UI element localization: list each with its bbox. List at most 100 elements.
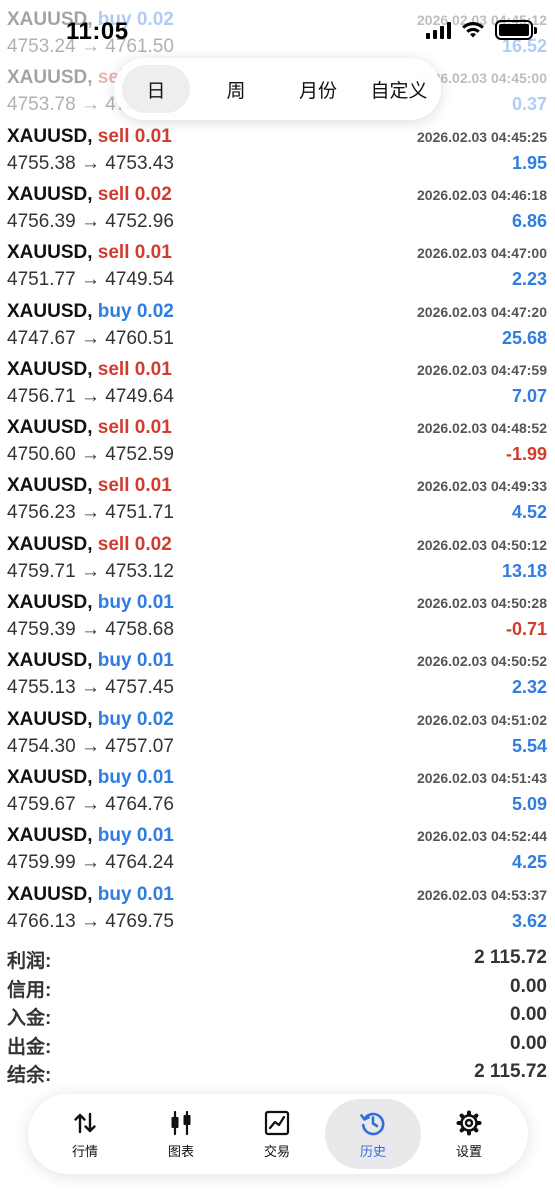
trade-time: 2026.02.03 04:47:00 bbox=[417, 245, 547, 262]
trade-symbol-line: XAUUSD, buy 0.01 bbox=[7, 767, 174, 789]
trade-symbol-line: XAUUSD, sell 0.01 bbox=[7, 475, 172, 497]
trade-separator: , bbox=[87, 533, 98, 555]
trade-profit: 0.37 bbox=[511, 94, 547, 115]
tab-month[interactable]: 月份 bbox=[280, 65, 356, 113]
tab-custom[interactable]: 自定义 bbox=[360, 65, 438, 113]
trade-volume: 0.02 bbox=[134, 183, 172, 205]
trade-row[interactable]: XAUUSD, sell 0.02 4756.39 → 4752.96 2026.0… bbox=[0, 175, 555, 233]
trade-row[interactable]: XAUUSD, sell 0.01 4756.71 → 4749.64 2026.0… bbox=[0, 350, 555, 408]
trade-volume: 0.01 bbox=[136, 592, 174, 613]
trade-close-price: 4749.54 bbox=[105, 269, 174, 291]
trade-side: sell bbox=[97, 358, 130, 380]
summary-label: 信用: bbox=[7, 979, 52, 1001]
trade-row[interactable]: XAUUSD, sell 0.01 4755.38 → 4753.43 2026.0… bbox=[0, 117, 555, 175]
trade-time: 2026.02.03 04:51:02 bbox=[417, 711, 547, 728]
cellular-signal-icon bbox=[426, 21, 451, 39]
trade-prices: 4751.77 → 4749.54 bbox=[7, 269, 174, 291]
trade-separator: , bbox=[87, 766, 98, 788]
trade-row[interactable]: XAUUSD, sell 0.01 4751.77 → 4749.54 2026.0… bbox=[0, 233, 555, 291]
trade-volume: 0.02 bbox=[136, 300, 174, 322]
trade-row[interactable]: XAUUSD, sell 0.01 4756.23 → 4751.71 2026.0… bbox=[0, 466, 555, 524]
summary-credit-row: 信用: 0.00 bbox=[0, 973, 555, 1002]
trade-open-price: 4759.99 bbox=[7, 852, 76, 874]
summary-value: 0.00 bbox=[510, 975, 547, 997]
nav-trade[interactable]: 交易 bbox=[229, 1099, 325, 1169]
trade-profit: 1.95 bbox=[511, 152, 547, 173]
trade-open-price: 4759.71 bbox=[7, 560, 76, 582]
trade-time: 2026.02.03 04:50:52 bbox=[417, 653, 547, 670]
trade-symbol: XAUUSD bbox=[7, 533, 88, 555]
trade-open-price: 4759.39 bbox=[7, 619, 76, 640]
trade-row[interactable]: XAUUSD, buy 0.01 4759.67 → 4764.76 2026.02… bbox=[0, 758, 555, 816]
tab-day[interactable]: 日 bbox=[122, 65, 190, 113]
trade-symbol-line: XAUUSD, sell 0.01 bbox=[7, 417, 172, 439]
trade-separator: , bbox=[87, 417, 98, 439]
trade-arrow: → bbox=[75, 327, 106, 349]
trade-close-price: 4769.75 bbox=[105, 910, 174, 932]
nav-charts[interactable]: 图表 bbox=[133, 1099, 229, 1169]
trade-prices: 4759.71 → 4753.12 bbox=[7, 561, 174, 583]
summary-balance-row: 结余: 2 115.72 bbox=[0, 1058, 555, 1087]
trade-separator: , bbox=[87, 242, 98, 264]
summary-label: 入金: bbox=[7, 1008, 52, 1029]
trade-close-price: 4757.07 bbox=[105, 735, 174, 757]
trade-close-price: 4764.76 bbox=[105, 793, 174, 815]
trade-row[interactable]: XAUUSD, buy 0.02 4754.30 → 4757.07 2026.02… bbox=[0, 700, 555, 758]
summary-value: 0.00 bbox=[510, 1004, 547, 1025]
trade-arrow: → bbox=[75, 210, 106, 232]
summary-label: 出金: bbox=[7, 1036, 52, 1058]
trade-profit: 6.86 bbox=[511, 210, 547, 231]
trade-open-price: 4754.30 bbox=[7, 735, 76, 757]
nav-quotes[interactable]: 行情 bbox=[37, 1099, 133, 1169]
trade-separator: , bbox=[87, 67, 98, 89]
trade-time: 2026.02.03 04:45:25 bbox=[417, 128, 547, 145]
trade-profit: 5.09 bbox=[511, 793, 547, 814]
trade-row[interactable]: XAUUSD, sell 0.01 4750.60 → 4752.59 2026.0… bbox=[0, 408, 555, 466]
trade-open-price: 4750.60 bbox=[7, 444, 76, 466]
trade-volume: 0.01 bbox=[134, 417, 172, 439]
trade-symbol: XAUUSD bbox=[7, 417, 88, 439]
trade-side: buy bbox=[97, 592, 132, 613]
trade-symbol-line: XAUUSD, buy 0.01 bbox=[7, 825, 174, 847]
trade-open-price: 4755.13 bbox=[7, 677, 76, 699]
trade-symbol: XAUUSD bbox=[7, 67, 88, 89]
trade-profit: 5.54 bbox=[511, 735, 547, 756]
trade-close-price: 4752.59 bbox=[105, 444, 174, 466]
trade-profit: 2.32 bbox=[511, 677, 547, 698]
trade-row[interactable]: XAUUSD, buy 0.01 4766.13 → 4769.75 2026.02… bbox=[0, 875, 555, 933]
nav-settings[interactable]: 设置 bbox=[421, 1099, 517, 1169]
trade-side: sell bbox=[97, 417, 130, 439]
trade-separator: , bbox=[87, 475, 98, 497]
trade-prices: 4747.67 → 4760.51 bbox=[7, 328, 174, 350]
trade-separator: , bbox=[87, 708, 98, 730]
trade-prices: 4759.67 → 4764.76 bbox=[7, 794, 174, 816]
nav-label: 设置 bbox=[455, 1143, 482, 1159]
trade-prices: 4756.71 → 4749.64 bbox=[7, 386, 174, 408]
nav-history[interactable]: 历史 bbox=[325, 1099, 421, 1169]
trade-symbol: XAUUSD bbox=[7, 300, 88, 322]
tab-week[interactable]: 周 bbox=[202, 65, 270, 113]
trade-profit: 4.52 bbox=[511, 502, 547, 523]
trade-arrow: → bbox=[75, 94, 106, 116]
trade-time: 2026.02.03 04:46:18 bbox=[417, 186, 547, 203]
trade-row[interactable]: XAUUSD, buy 0.02 4747.67 → 4760.51 2026.02… bbox=[0, 292, 555, 350]
trade-prices: 4754.30 → 4757.07 bbox=[7, 736, 174, 758]
status-icons bbox=[426, 20, 537, 40]
trade-symbol: XAUUSD bbox=[7, 592, 88, 613]
trade-volume: 0.02 bbox=[134, 533, 172, 555]
trade-symbol-line: XAUUSD, sell 0.02 bbox=[7, 184, 172, 206]
trade-row[interactable]: XAUUSD, sell 0.02 4759.71 → 4753.12 2026.0… bbox=[0, 525, 555, 583]
trade-row[interactable]: XAUUSD, buy 0.01 4759.99 → 4764.24 2026.02… bbox=[0, 816, 555, 874]
trade-close-price: 4749.64 bbox=[105, 385, 174, 407]
trade-arrow: → bbox=[75, 619, 106, 640]
trade-volume: 0.01 bbox=[136, 883, 174, 905]
trade-volume: 0.01 bbox=[134, 125, 172, 147]
trade-time: 2026.02.03 04:53:37 bbox=[417, 886, 547, 903]
trade-row[interactable]: XAUUSD, buy 0.01 4755.13 → 4757.45 2026.02… bbox=[0, 641, 555, 699]
trade-close-price: 4753.12 bbox=[105, 560, 174, 582]
trade-close-price: 4758.68 bbox=[105, 619, 174, 640]
trade-prices: 4756.23 → 4751.71 bbox=[7, 502, 174, 524]
summary-label: 利润: bbox=[7, 951, 52, 972]
trade-separator: , bbox=[87, 592, 98, 613]
trade-row[interactable]: XAUUSD, buy 0.01 4759.39 → 4758.68 2026.02… bbox=[0, 583, 555, 641]
